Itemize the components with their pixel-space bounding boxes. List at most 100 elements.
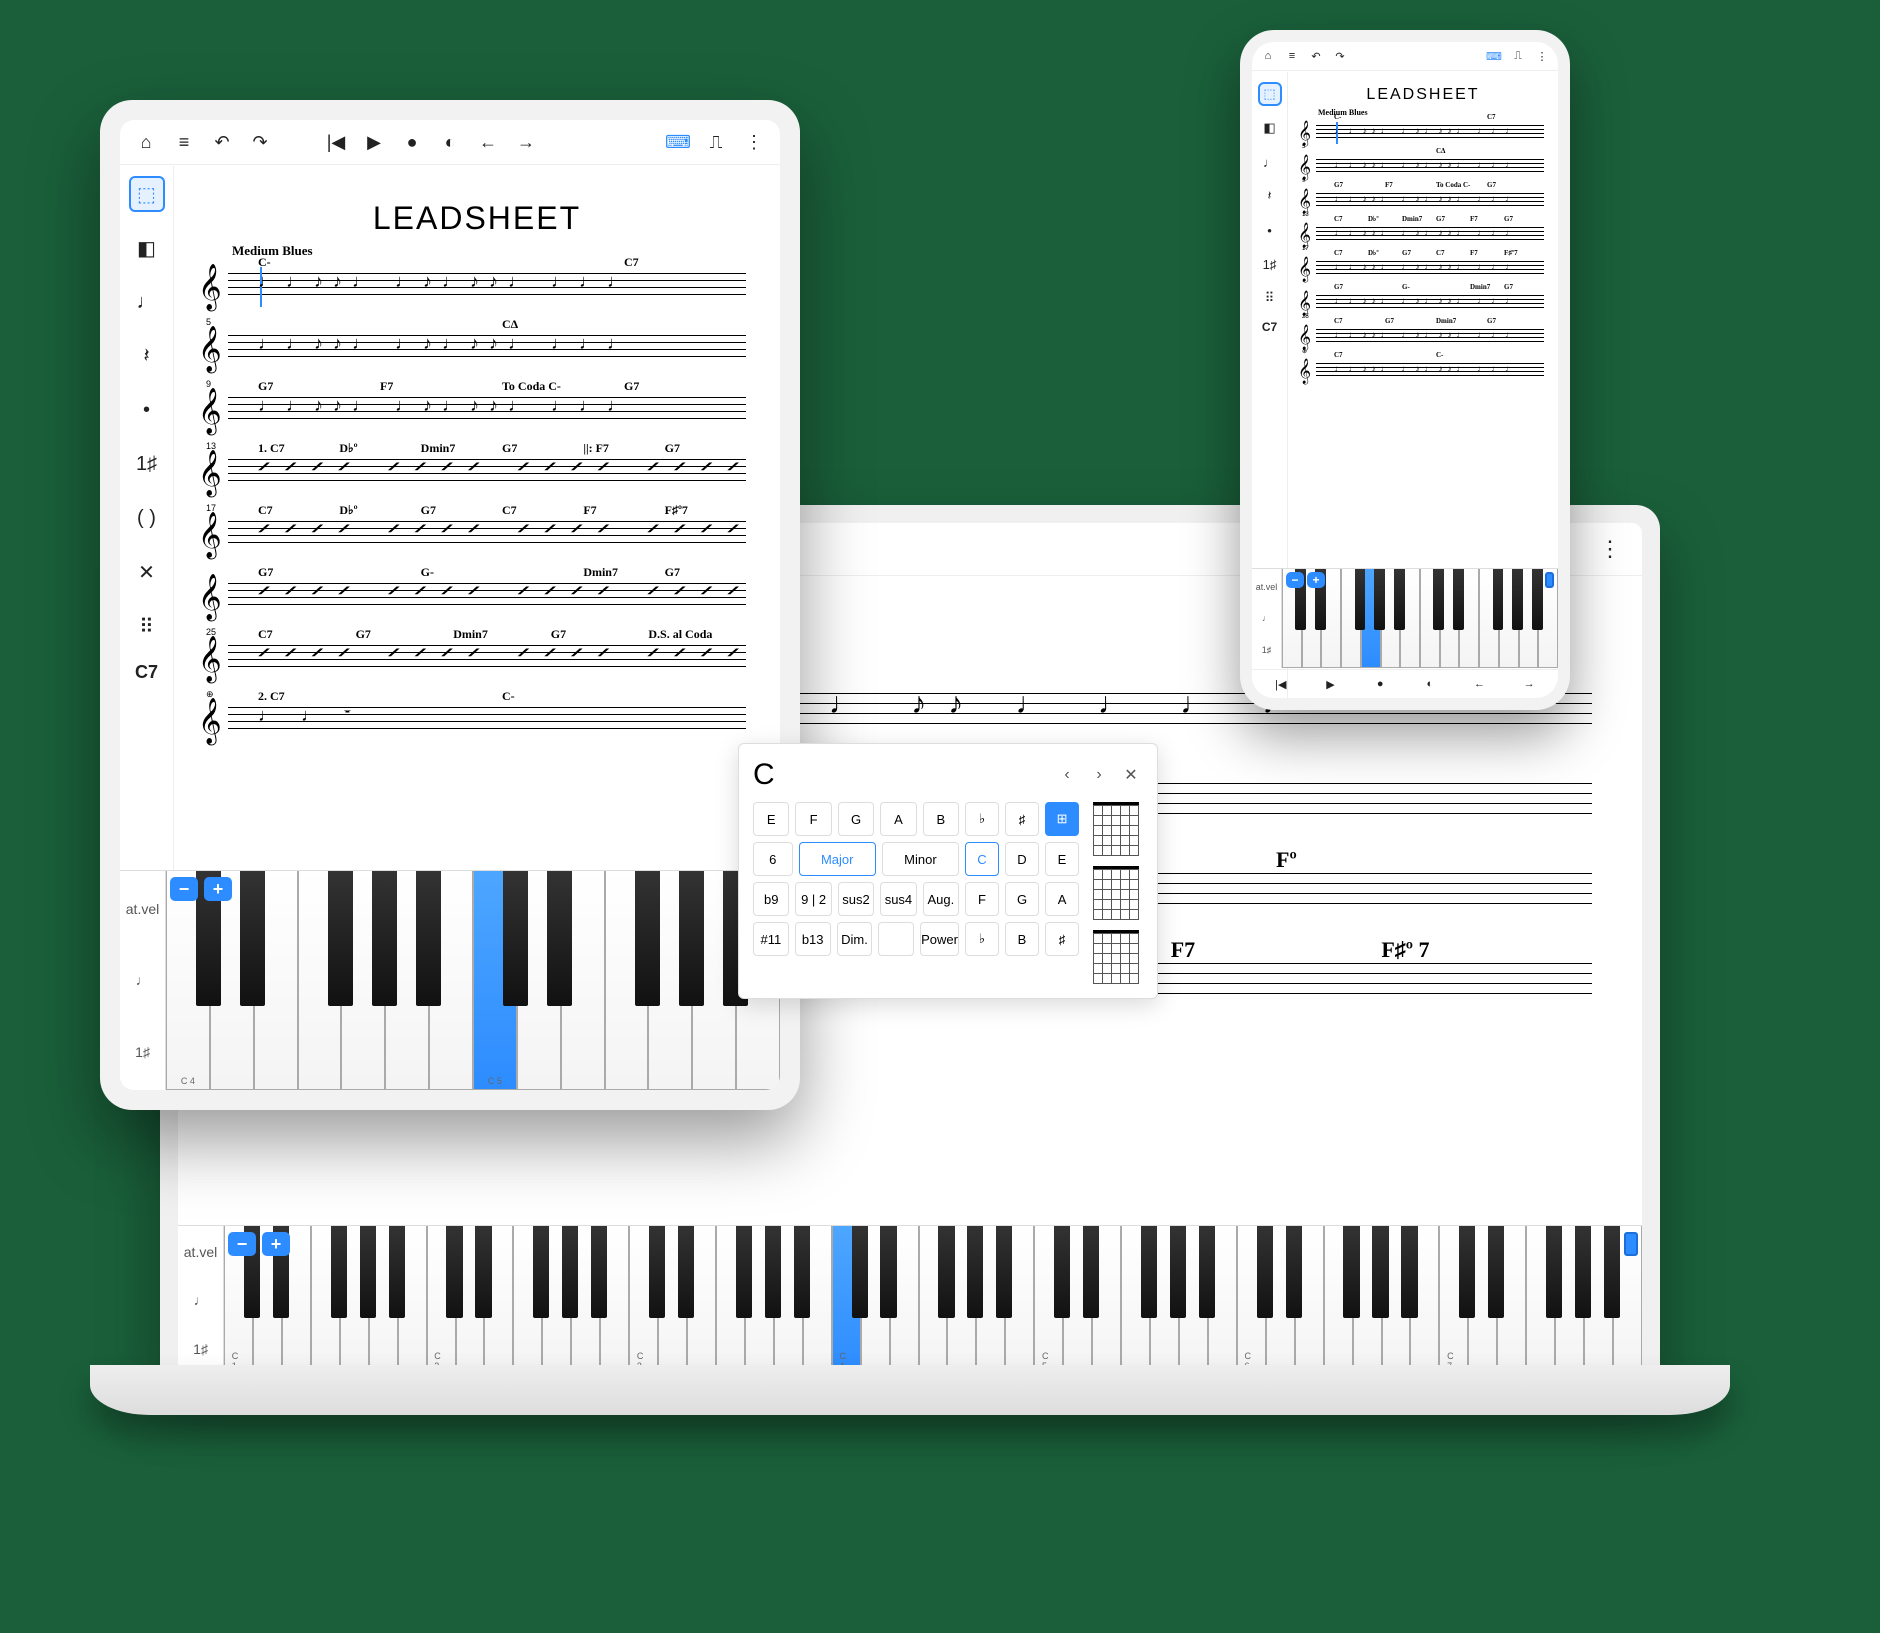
black-key[interactable] [1575, 1226, 1591, 1318]
staff-line[interactable]: 𝄞⊕2. C7C-♩ ♩ 𝄻 [198, 699, 756, 743]
ext-sus4[interactable]: sus4 [880, 882, 916, 916]
bass-f[interactable]: F [965, 882, 999, 916]
ext-blank[interactable] [878, 922, 914, 956]
bass-c[interactable]: C [965, 842, 999, 876]
black-key[interactable] [1604, 1226, 1620, 1318]
ext-sus2[interactable]: sus2 [838, 882, 874, 916]
black-key[interactable] [446, 1226, 462, 1318]
black-key[interactable] [562, 1226, 578, 1318]
bass-sharp[interactable]: ♯ [1045, 922, 1079, 956]
score-area[interactable]: LEADSHEET Medium Blues 𝄞C-C7♩♩♪♪♩ ♩♪♩♪♪♩… [1288, 72, 1558, 568]
staff-line[interactable]: 𝄞9G7F7To Coda C-G7♩♩♪♪♩ ♩♪♩♪♪♩ ♩♩♩ [1298, 188, 1548, 214]
root-e[interactable]: E [753, 802, 789, 836]
ext-sharp11[interactable]: #11 [753, 922, 789, 956]
dot-tool[interactable]: • [1258, 218, 1282, 242]
redo-icon[interactable]: ↷ [1332, 48, 1348, 64]
select-tool[interactable]: ⬚ [129, 176, 165, 212]
ext-power[interactable]: Power [920, 922, 959, 956]
white-key[interactable] [311, 1226, 340, 1375]
staff-line[interactable]: 𝄞5CΔ♩♩♪♪♩ ♩♪♩♪♪♩ ♩♩♩ [1298, 154, 1548, 180]
bass-b[interactable]: B [1005, 922, 1039, 956]
nav-left-icon[interactable]: ← [476, 130, 500, 154]
black-key[interactable] [996, 1226, 1012, 1318]
black-key[interactable] [240, 871, 265, 1006]
redo-icon[interactable]: ↷ [248, 130, 272, 154]
bass-g[interactable]: G [1005, 882, 1039, 916]
black-key[interactable] [794, 1226, 810, 1318]
grid-tool[interactable]: ⠿ [1258, 286, 1282, 310]
white-key[interactable] [513, 1226, 542, 1375]
staff-line[interactable]: 𝄞G7G-Dmin7G7𝄍𝄍𝄍𝄍 𝄍𝄍𝄍𝄍 𝄍𝄍𝄍𝄍 𝄍𝄍𝄍𝄍 [198, 575, 756, 619]
white-key[interactable] [1420, 569, 1440, 668]
play-icon[interactable]: ▶ [1322, 676, 1338, 692]
piano-range-handle[interactable] [1545, 572, 1554, 588]
white-key[interactable]: C 2 [427, 1226, 456, 1375]
ext-dim[interactable]: Dim. [837, 922, 873, 956]
staff-line[interactable]: 𝄞G7G-Dmin7G7♩♩♪♪♩ ♩♪♩♪♪♩ ♩♩♩ [1298, 290, 1548, 316]
black-key[interactable] [1394, 569, 1405, 630]
ext-b9[interactable]: b9 [753, 882, 789, 916]
note-dur-icon[interactable]: ♩ [136, 972, 150, 988]
staff-line[interactable]: 𝄞131. C7D♭ºDmin7G7||: F7G7𝄍𝄍𝄍𝄍 𝄍𝄍𝄍𝄍 𝄍𝄍𝄍𝄍… [198, 451, 756, 495]
white-key[interactable] [716, 1226, 745, 1375]
nav-right-icon[interactable]: → [514, 130, 538, 154]
black-key[interactable] [1374, 569, 1385, 630]
skip-start-icon[interactable]: |◀ [324, 130, 348, 154]
staff-line[interactable]: 𝄞5CΔ♩♩♪♪♩ ♩♪♩♪♪♩ ♩♩♩ [198, 327, 756, 371]
piano-keyboard[interactable]: at.vel ♩ 1♯ − + C 1C 2C 3C 4C 5C 6C 7 [178, 1225, 1642, 1375]
staff-line[interactable]: 𝄞C-C7♩♩♪♪♩ ♩♪♩♪♪♩ ♩♩♩ [1298, 120, 1548, 146]
play-icon[interactable]: ▶ [362, 130, 386, 154]
black-key[interactable] [1141, 1226, 1157, 1318]
white-key[interactable] [1479, 569, 1499, 668]
more-icon[interactable]: ⋮ [742, 130, 766, 154]
white-key[interactable]: C 5 [473, 871, 517, 1090]
white-key[interactable] [1526, 1226, 1555, 1375]
delete-tool[interactable]: ✕ [129, 554, 165, 590]
quality-minor[interactable]: Minor [882, 842, 959, 876]
root-f[interactable]: F [795, 802, 831, 836]
black-key[interactable] [547, 871, 572, 1006]
white-key[interactable]: C 7 [1439, 1226, 1468, 1375]
black-key[interactable] [938, 1226, 954, 1318]
chord-close-button[interactable]: ✕ [1119, 763, 1143, 787]
black-key[interactable] [475, 1226, 491, 1318]
staff-line[interactable]: 𝄞25C7G7Dmin7G7D.S. al Coda𝄍𝄍𝄍𝄍 𝄍𝄍𝄍𝄍 𝄍𝄍𝄍𝄍… [198, 637, 756, 681]
dot-tool[interactable]: • [129, 392, 165, 428]
staff-line[interactable]: 𝄞9G7F7To Coda C-G7♩♩♪♪♩ ♩♪♩♪♪♩ ♩♩♩ [198, 389, 756, 433]
black-key[interactable] [1343, 1226, 1359, 1318]
black-key[interactable] [1493, 569, 1504, 630]
white-key[interactable]: C 3 [629, 1226, 658, 1375]
chord-prev-button[interactable]: ‹ [1055, 763, 1079, 787]
grid-toggle[interactable]: ⊞ [1045, 802, 1079, 836]
black-key[interactable] [1199, 1226, 1215, 1318]
white-key[interactable]: C 4 [166, 871, 210, 1090]
black-key[interactable] [1512, 569, 1523, 630]
score-area[interactable]: LEADSHEET Medium Blues 𝄞C-C7♩♩♪♪♩ ♩♪♩♪♪♩… [174, 166, 780, 870]
black-key[interactable] [331, 1226, 347, 1318]
ext-9[interactable]: 9 | 2 [795, 882, 831, 916]
black-key[interactable] [372, 871, 397, 1006]
bass-flat[interactable]: ♭ [965, 922, 999, 956]
accidental-tool[interactable]: 1♯ [129, 446, 165, 482]
root-a[interactable]: A [880, 802, 916, 836]
black-key[interactable] [1170, 1226, 1186, 1318]
black-key[interactable] [1546, 1226, 1562, 1318]
select-tool[interactable]: ⬚ [1258, 82, 1282, 106]
white-key[interactable] [605, 871, 649, 1090]
home-icon[interactable]: ⌂ [1260, 48, 1276, 64]
black-key[interactable] [416, 871, 441, 1006]
root-g[interactable]: G [838, 802, 874, 836]
staff-line[interactable]: 𝄞13C7D♭ºDmin7G7F7G7♩♩♪♪♩ ♩♪♩♪♪♩ ♩♩♩ [1298, 222, 1548, 248]
piano-toggle-icon[interactable]: ⌨ [666, 130, 690, 154]
white-key[interactable]: C 6 [1237, 1226, 1266, 1375]
flat-button[interactable]: ♭ [965, 802, 999, 836]
quality-major[interactable]: Major [799, 842, 876, 876]
undo-icon[interactable]: ↶ [1308, 48, 1324, 64]
white-key[interactable] [1121, 1226, 1150, 1375]
black-key[interactable] [678, 1226, 694, 1318]
black-key[interactable] [389, 1226, 405, 1318]
piano-toggle-icon[interactable]: ⌨ [1486, 48, 1502, 64]
bass-d[interactable]: D [1005, 842, 1039, 876]
black-key[interactable] [765, 1226, 781, 1318]
black-key[interactable] [360, 1226, 376, 1318]
